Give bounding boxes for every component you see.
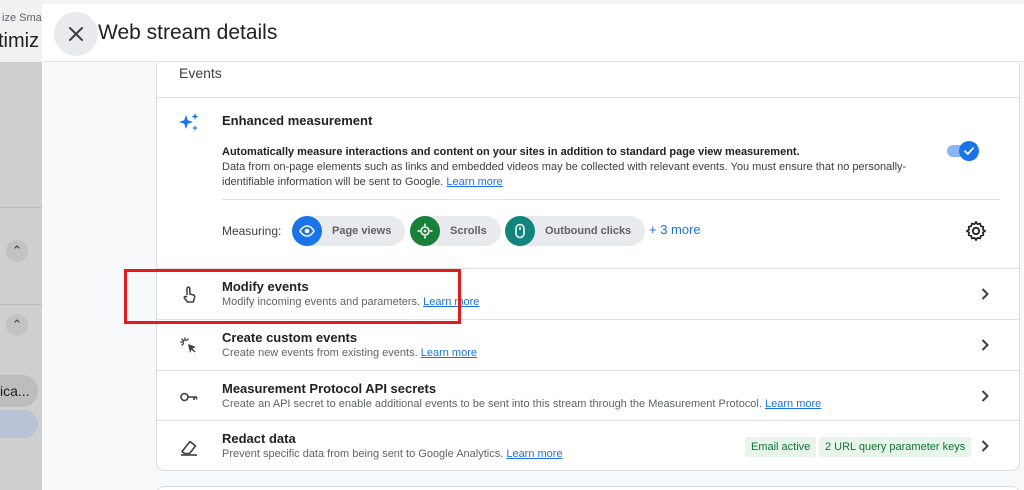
chip-label: Page views [332,225,392,237]
divider [0,207,42,208]
sparkle-click-icon [180,337,196,353]
enhanced-measurement-description: Automatically measure interactions and c… [222,145,942,190]
measuring-label: Measuring: [222,224,282,238]
backdrop-pill: ica... [0,375,38,407]
row-title: Create custom events [222,330,358,345]
check-icon [959,141,979,161]
row-title: Redact data [222,431,296,446]
backdrop-text-2: timiz [0,30,40,52]
learn-more-link[interactable]: Learn more [765,398,821,410]
close-icon [69,27,83,41]
learn-more-link[interactable]: Learn more [506,448,562,460]
more-link[interactable]: + 3 more [649,222,701,237]
close-button[interactable] [54,12,98,56]
gear-icon[interactable] [965,220,987,242]
row-description: Create an API secret to enable additiona… [222,398,822,410]
backdrop-pill-selected [0,410,38,438]
web-stream-details-panel: Web stream details Events Enhanced measu… [42,0,1024,490]
chip-label: Outbound clicks [545,225,632,237]
row-title: Measurement Protocol API secrets [222,381,437,396]
mouse-icon [505,216,535,246]
events-title: Events [179,65,222,81]
backdrop-text-1: ize Sma [2,12,42,24]
chevron-right-icon [981,288,989,300]
chip-page-views[interactable]: Page views [292,216,406,246]
chevron-right-icon [981,440,989,452]
enhanced-measurement-detail: Data from on-page elements such as links… [222,161,907,188]
row-description: Prevent specific data from being sent to… [222,448,563,460]
row-description: Create new events from existing events. … [222,347,477,359]
sparkle-icon [179,113,199,131]
eraser-icon [181,440,197,456]
scroll-target-icon [410,216,440,246]
eye-icon [292,216,322,246]
next-card [156,486,1020,490]
chip-scrolls[interactable]: Scrolls [410,216,501,246]
enhanced-measurement-summary: Automatically measure interactions and c… [222,146,800,158]
chevron-right-icon [981,390,989,402]
panel-header: Web stream details [42,4,1024,62]
learn-more-link[interactable]: Learn more [421,347,477,359]
chip-label: Scrolls [450,225,487,237]
status-badge: 2 URL query parameter keys [819,437,972,457]
chevron-right-icon [981,339,989,351]
enhanced-measurement-title: Enhanced measurement [222,113,373,128]
row-redact-data[interactable]: Redact data Prevent specific data from b… [157,421,1019,471]
status-badge: Email active [745,437,817,457]
backdrop: ize Sma timiz ⌃ ⌃ ica... [0,0,42,490]
screen: ize Sma timiz ⌃ ⌃ ica... Web stream deta… [0,0,1024,490]
learn-more-link[interactable]: Learn more [446,176,502,188]
chip-outbound-clicks[interactable]: Outbound clicks [505,216,646,246]
divider [0,304,42,305]
key-icon [180,392,198,402]
events-card: Events Enhanced measurement Automaticall… [156,63,1020,471]
row-create-custom-events[interactable]: Create custom events Create new events f… [157,320,1019,370]
page-title: Web stream details [98,21,278,44]
highlight-annotation [124,269,461,324]
chevron-up-icon: ⌃ [6,240,28,262]
enhanced-measurement-toggle[interactable] [945,139,981,161]
backdrop-header: ize Sma timiz [0,0,42,62]
row-measurement-protocol-api-secrets[interactable]: Measurement Protocol API secrets Create … [157,371,1019,421]
chevron-up-icon: ⌃ [6,314,28,336]
